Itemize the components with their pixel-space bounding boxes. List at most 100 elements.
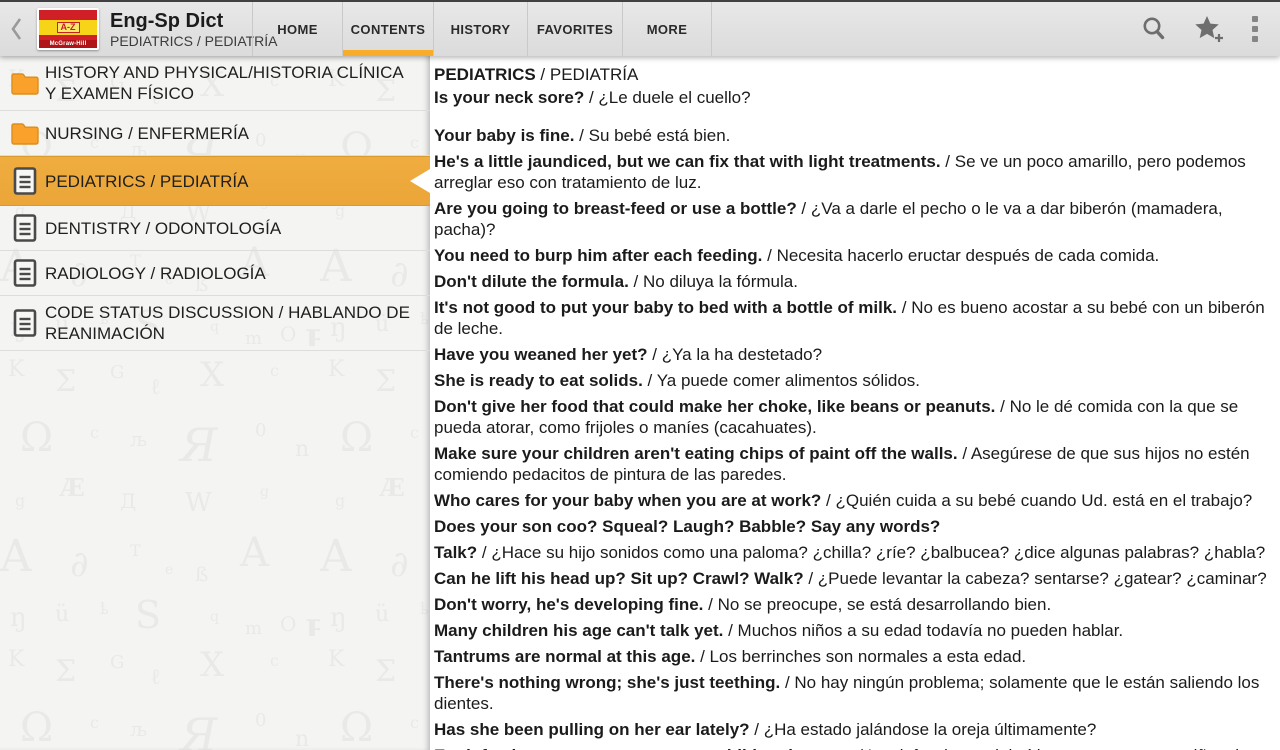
phrase-english: Many children his age can't talk yet. xyxy=(434,621,723,640)
phrase-english: Don't dilute the formula. xyxy=(434,272,629,291)
phrase-spanish: ¿Le duele el cuello? xyxy=(598,88,750,107)
phrase-list: Is your neck sore? / ¿Le duele el cuello… xyxy=(434,87,1270,750)
sidebar-item[interactable]: DENTISTRY / ODONTOLOGÍA xyxy=(0,206,430,251)
phrase-entry[interactable]: Is your neck sore? / ¿Le duele el cuello… xyxy=(434,87,1270,108)
phrase-entry[interactable]: It's not good to put your baby to bed wi… xyxy=(434,297,1270,339)
search-icon xyxy=(1140,15,1168,43)
logo-publisher-text: McGraw-Hill xyxy=(39,40,97,48)
phrase-spanish: ¿Puede levantar la cabeza? sentarse? ¿ga… xyxy=(818,569,1267,588)
phrase-english: Who cares for your baby when you are at … xyxy=(434,491,821,510)
tab-bar: HOME CONTENTS HISTORY FAVORITES MORE xyxy=(252,2,712,56)
phrase-entry[interactable]: Don't give her food that could make her … xyxy=(434,396,1270,438)
phrase-english: Are you going to breast-feed or use a bo… xyxy=(434,199,797,218)
phrase-spanish: No diluya la fórmula. xyxy=(643,272,798,291)
document-icon xyxy=(10,308,40,338)
sidebar-list: HISTORY AND PHYSICAL/HISTORIA CLÍNICA Y … xyxy=(0,56,430,351)
phrase-entry[interactable]: Talk? / ¿Hace su hijo sonidos como una p… xyxy=(434,542,1270,563)
main-area: K Σ G ℓ X c Ω c љ Я 0 n g Æ Д xyxy=(0,56,1280,750)
phrase-separator: / xyxy=(995,397,1009,416)
phrase-spanish: ¿Ha estado jalándose la oreja últimament… xyxy=(764,720,1097,739)
phrase-english: It's not good to put your baby to bed wi… xyxy=(434,298,897,317)
phrase-spanish: ¿Quién cuida a su bebé cuando Ud. está e… xyxy=(835,491,1252,510)
sidebar-item-label: RADIOLOGY / RADIOLOGÍA xyxy=(45,263,266,284)
phrase-entry[interactable]: You need to burp him after each feeding.… xyxy=(434,245,1270,266)
phrase-entry[interactable]: Many children his age can't talk yet. / … xyxy=(434,620,1270,641)
phrase-entry[interactable]: She is ready to eat solids. / Ya puede c… xyxy=(434,370,1270,391)
phrase-entry[interactable]: Don't dilute the formula. / No diluya la… xyxy=(434,271,1270,292)
phrase-entry[interactable]: Have you weaned her yet? / ¿Ya la ha des… xyxy=(434,344,1270,365)
phrase-english: Does your son coo? Squeal? Laugh? Babble… xyxy=(434,517,940,536)
phrase-english: He's a little jaundiced, but we can fix … xyxy=(434,152,941,171)
phrase-spanish: ¿Ya la ha destetado? xyxy=(662,345,822,364)
phrase-entry[interactable]: Who cares for your baby when you are at … xyxy=(434,490,1270,511)
phrase-english: Can he lift his head up? Sit up? Crawl? … xyxy=(434,569,804,588)
phrase-entry[interactable]: Tantrums are normal at this age. / Los b… xyxy=(434,646,1270,667)
phrase-entry[interactable]: Are you going to breast-feed or use a bo… xyxy=(434,198,1270,240)
phrase-separator: / xyxy=(643,371,657,390)
phrase-separator: / xyxy=(695,647,709,666)
phrase-english: Have you weaned her yet? xyxy=(434,345,648,364)
chapter-heading-en: PEDIATRICS xyxy=(434,65,536,84)
phrase-entry[interactable]: There's nothing wrong; she's just teethi… xyxy=(434,672,1270,714)
phrase-english: Tantrums are normal at this age. xyxy=(434,647,695,666)
logo-red-band xyxy=(39,10,97,20)
logo-yellow-band: A-Z xyxy=(39,20,97,35)
phrase-separator: / xyxy=(477,543,491,562)
tab-home[interactable]: HOME xyxy=(252,2,342,56)
phrase-separator: / xyxy=(897,298,911,317)
phrase-english: Ear infections are common among children… xyxy=(434,746,853,750)
phrase-spanish: ¿Hace su hijo sonidos como una paloma? ¿… xyxy=(491,543,1265,562)
phrase-english: She is ready to eat solids. xyxy=(434,371,643,390)
chevron-left-icon xyxy=(8,13,24,45)
phrase-english: Don't worry, he's developing fine. xyxy=(434,595,703,614)
phrase-separator: / xyxy=(584,88,598,107)
phrase-separator: / xyxy=(648,345,662,364)
folder-icon xyxy=(10,70,40,96)
chapter-heading-es: PEDIATRÍA xyxy=(550,65,638,84)
chapter-heading-separator: / xyxy=(536,65,550,84)
vertical-dots-icon xyxy=(1251,16,1259,42)
phrase-separator: / xyxy=(853,746,867,750)
sidebar-item-label: HISTORY AND PHYSICAL/HISTORIA CLÍNICA Y … xyxy=(45,62,418,104)
phrase-entry[interactable]: Has she been pulling on her ear lately? … xyxy=(434,719,1270,740)
tab-more[interactable]: MORE xyxy=(622,2,712,56)
add-favorite-button[interactable] xyxy=(1182,2,1238,56)
phrase-spanish: Ya puede comer alimentos sólidos. xyxy=(657,371,920,390)
phrase-entry[interactable]: Does your son coo? Squeal? Laugh? Babble… xyxy=(434,516,1270,537)
sidebar-item[interactable]: CODE STATUS DISCUSSION / HABLANDO DE REA… xyxy=(0,296,430,351)
phrase-entry[interactable]: Ear infections are common among children… xyxy=(434,745,1270,750)
phrase-spanish: Su bebé está bien. xyxy=(589,126,731,145)
phrase-english: Make sure your children aren't eating ch… xyxy=(434,444,958,463)
phrase-separator: / xyxy=(762,246,776,265)
sidebar-item[interactable]: NURSING / ENFERMERÍA xyxy=(0,111,430,156)
phrase-separator: / xyxy=(804,569,818,588)
phrase-entry[interactable]: Make sure your children aren't eating ch… xyxy=(434,443,1270,485)
tab-favorites[interactable]: FAVORITES xyxy=(527,2,622,56)
tab-contents[interactable]: CONTENTS xyxy=(342,2,433,56)
phrase-separator: / xyxy=(703,595,717,614)
sidebar-item[interactable]: PEDIATRICS / PEDIATRÍA xyxy=(0,156,430,206)
sidebar-item[interactable]: HISTORY AND PHYSICAL/HISTORIA CLÍNICA Y … xyxy=(0,56,430,111)
logo-az-text: A-Z xyxy=(57,22,80,33)
phrase-spanish: No se preocupe, se está desarrollando bi… xyxy=(718,595,1052,614)
phrase-english: Talk? xyxy=(434,543,477,562)
sidebar-item-label: DENTISTRY / ODONTOLOGÍA xyxy=(45,218,281,239)
star-plus-icon xyxy=(1193,14,1227,44)
phrase-entry[interactable]: Can he lift his head up? Sit up? Crawl? … xyxy=(434,568,1270,589)
sidebar-item-label: PEDIATRICS / PEDIATRÍA xyxy=(45,171,248,192)
tab-history[interactable]: HISTORY xyxy=(433,2,527,56)
phrase-entry[interactable]: Don't worry, he's developing fine. / No … xyxy=(434,594,1270,615)
phrase-separator: / xyxy=(629,272,643,291)
phrase-entry[interactable]: Your baby is fine. / Su bebé está bien. xyxy=(434,125,1270,146)
phrase-separator: / xyxy=(821,491,835,510)
back-button[interactable] xyxy=(0,2,32,56)
chapter-sidebar: K Σ G ℓ X c Ω c љ Я 0 n g Æ Д xyxy=(0,56,430,750)
search-button[interactable] xyxy=(1126,2,1182,56)
phrase-separator: / xyxy=(958,444,971,463)
sidebar-item[interactable]: RADIOLOGY / RADIOLOGÍA xyxy=(0,251,430,296)
action-bar-buttons xyxy=(1126,2,1272,56)
phrase-entry[interactable]: He's a little jaundiced, but we can fix … xyxy=(434,151,1270,193)
overflow-menu-button[interactable] xyxy=(1238,2,1272,56)
chapter-heading: PEDIATRICS / PEDIATRÍA xyxy=(434,64,1270,85)
phrase-content-panel: PEDIATRICS / PEDIATRÍA Is your neck sore… xyxy=(430,56,1280,750)
